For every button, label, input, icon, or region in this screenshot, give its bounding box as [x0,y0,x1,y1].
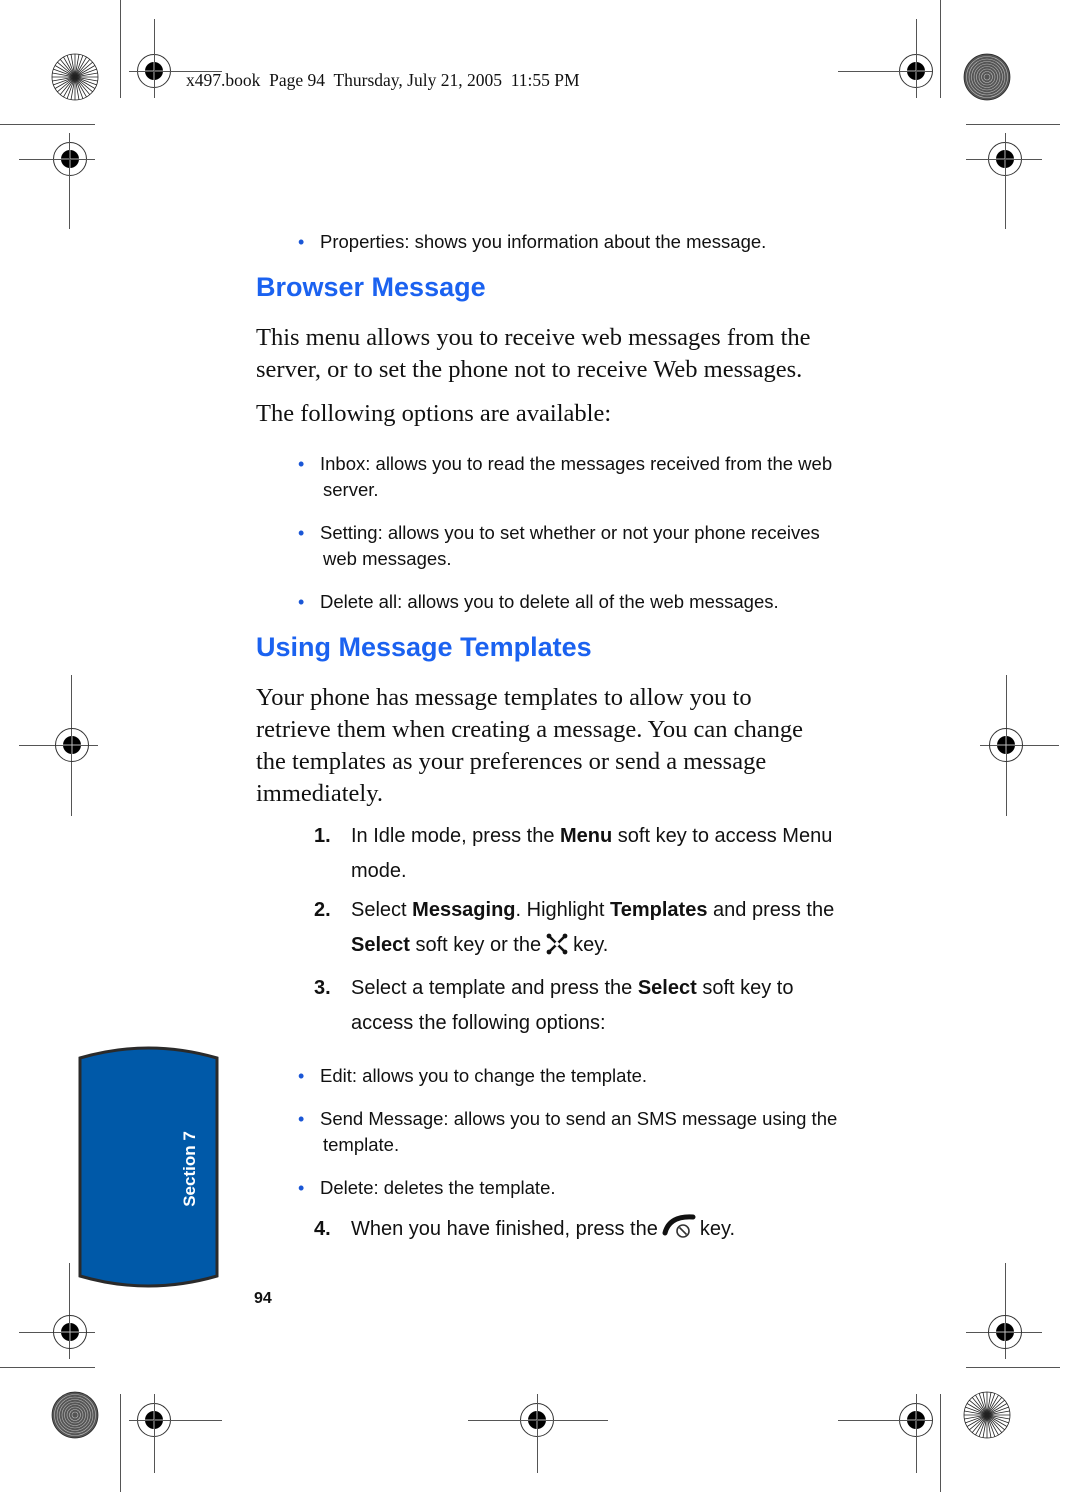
browser-message-intro: This menu allows you to receive web mess… [256,324,811,383]
rosette-mark-top-left [50,52,100,102]
step-number: 2. [314,899,331,921]
crop-line [966,1367,1060,1368]
step-number: 1. [314,825,331,847]
crop-line [0,124,95,125]
crop-line [69,133,70,229]
registration-mark [52,1314,88,1350]
crop-line [154,19,155,98]
list-item: • Setting: allows you to set whether or … [298,522,820,569]
crop-line [940,0,941,98]
crop-line [966,124,1060,125]
bullet-icon: • [298,523,305,543]
crop-line [537,1394,538,1473]
list-item: • Send Message: allows you to send an SM… [298,1108,838,1155]
step-number: 3. [314,977,331,999]
bullet-icon: • [298,592,305,612]
step-item: 3. Select a template and press the Selec… [314,971,914,1041]
crop-line [468,1420,608,1421]
step-item: 2. Select Messaging. Highlight Templates… [314,893,914,967]
options-intro: The following options are available: [256,400,612,427]
navigation-select-key-icon [545,932,569,967]
section-label: Section 7 [180,1131,199,1207]
crop-line [154,1394,155,1473]
crop-line [966,159,1042,160]
bullet-icon: • [298,232,305,252]
bullet-icon: • [298,454,305,474]
crop-line [916,1394,917,1473]
crop-line [129,1420,222,1421]
registration-mark [988,727,1024,763]
crop-line [120,0,121,98]
list-item: • Delete: deletes the template. [298,1175,908,1201]
crop-line [19,159,95,160]
bullet-icon: • [298,1109,305,1129]
crop-line [0,1367,95,1368]
step-item: 4. When you have finished, press the key. [314,1212,914,1251]
crop-line [120,1394,121,1492]
step-number: 4. [314,1218,331,1240]
crop-line [916,19,917,98]
list-item: • Delete all: allows you to delete all o… [298,589,908,615]
registration-mark [987,1314,1023,1350]
print-slug: x497.book Page 94 Thursday, July 21, 200… [186,70,580,90]
registration-mark [54,727,90,763]
section-heading-browser-message: Browser Message [256,272,486,302]
crop-line [838,71,932,72]
rosette-mark-top-right [962,52,1012,102]
crop-line [1005,133,1006,229]
list-item: • Edit: allows you to change the templat… [298,1063,908,1089]
end-power-key-icon [662,1213,696,1251]
crop-line [838,1420,932,1421]
page-number: 94 [254,1290,272,1307]
bullet-icon: • [298,1178,305,1198]
step-item: 1. In Idle mode, press the Menu soft key… [314,819,914,889]
bullet-icon: • [298,1066,305,1086]
rosette-mark-bottom-right [962,1390,1012,1440]
rosette-mark-bottom-left [50,1390,100,1440]
templates-intro: Your phone has message templates to allo… [256,684,803,807]
list-item: • Properties: shows you information abou… [298,229,908,255]
crop-line [940,1394,941,1492]
section-heading-using-message-templates: Using Message Templates [256,632,592,662]
list-item: • Inbox: allows you to read the messages… [298,453,833,500]
